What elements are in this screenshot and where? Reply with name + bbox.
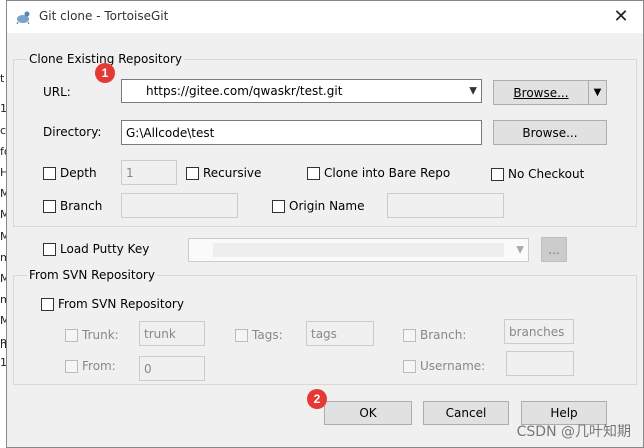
no-checkout-checkbox-box[interactable] <box>491 167 504 181</box>
from-label: From: <box>82 359 116 373</box>
svn-branch-checkbox[interactable]: Branch: <box>403 328 466 342</box>
directory-value: G:\Allcode\test <box>126 125 215 140</box>
url-label: URL: <box>43 85 71 99</box>
username-label: Username: <box>420 359 486 373</box>
close-icon[interactable]: ✕ <box>609 5 633 29</box>
ok-button[interactable]: OK <box>324 401 412 425</box>
branch-input[interactable] <box>121 193 238 218</box>
directory-input[interactable]: G:\Allcode\test <box>121 120 482 145</box>
username-checkbox[interactable]: Username: <box>403 359 485 373</box>
trunk-checkbox[interactable]: Trunk: <box>65 328 119 342</box>
tortoisegit-icon <box>16 11 30 25</box>
load-putty-key-label: Load Putty Key <box>60 242 150 256</box>
no-checkout-checkbox[interactable]: No Checkout <box>491 167 584 181</box>
help-label: Help <box>550 406 578 420</box>
recursive-checkbox-box[interactable] <box>186 166 199 180</box>
from-input[interactable]: 0 <box>139 356 205 381</box>
trunk-input[interactable]: trunk <box>139 321 205 346</box>
origin-name-input[interactable] <box>387 193 504 218</box>
depth-label: Depth <box>60 166 97 180</box>
origin-name-checkbox[interactable]: Origin Name <box>272 199 365 213</box>
cancel-label: Cancel <box>445 406 487 420</box>
watermark: CSDN @几叶知期 <box>516 424 631 440</box>
annotation-badge-2: 2 <box>307 389 327 409</box>
recursive-label: Recursive <box>203 166 262 180</box>
putty-key-browse-label: ... <box>548 242 560 257</box>
origin-name-checkbox-box[interactable] <box>272 199 285 213</box>
bare-repo-checkbox-box[interactable] <box>307 166 320 180</box>
url-browse-label: Browse... <box>513 85 569 100</box>
tags-value: tags <box>311 326 337 341</box>
annotation-badge-1: 1 <box>95 63 115 83</box>
url-combobox[interactable]: https://gitee.com/qwaskr/test.git ▼ <box>121 79 482 103</box>
load-putty-key-checkbox-box[interactable] <box>43 242 56 256</box>
bare-repo-checkbox[interactable]: Clone into Bare Repo <box>307 166 450 180</box>
trunk-checkbox-box[interactable] <box>65 328 78 342</box>
svn-branch-checkbox-box[interactable] <box>403 328 416 342</box>
chevron-down-icon[interactable]: ▼ <box>469 86 477 97</box>
putty-key-combobox[interactable]: ▼ <box>188 238 529 262</box>
cancel-button[interactable]: Cancel <box>423 401 509 425</box>
recursive-checkbox[interactable]: Recursive <box>186 166 261 180</box>
username-input[interactable] <box>506 351 574 376</box>
tags-label: Tags: <box>252 328 283 342</box>
ok-label: OK <box>359 406 377 420</box>
trunk-value: trunk <box>144 326 176 341</box>
depth-checkbox-box[interactable] <box>43 166 56 180</box>
svn-group-title: From SVN Repository <box>27 268 157 282</box>
from-svn-label: From SVN Repository <box>58 297 184 311</box>
branch-checkbox[interactable]: Branch <box>43 199 102 213</box>
branch-label: Branch <box>60 199 103 213</box>
url-browse-button[interactable]: Browse... <box>493 80 589 105</box>
trunk-label: Trunk: <box>82 328 119 342</box>
from-value: 0 <box>144 361 152 376</box>
depth-value: 1 <box>126 165 134 180</box>
tags-checkbox-box[interactable] <box>235 328 248 342</box>
directory-label: Directory: <box>43 125 102 139</box>
depth-input[interactable]: 1 <box>121 160 177 185</box>
load-putty-key-checkbox[interactable]: Load Putty Key <box>43 242 149 256</box>
bare-repo-label: Clone into Bare Repo <box>324 166 451 180</box>
putty-key-browse-button[interactable]: ... <box>541 237 567 262</box>
url-value: https://gitee.com/qwaskr/test.git <box>146 84 343 98</box>
svn-branch-input[interactable]: branches <box>504 319 574 344</box>
from-checkbox-box[interactable] <box>65 359 78 373</box>
from-checkbox[interactable]: From: <box>65 359 116 373</box>
tags-checkbox[interactable]: Tags: <box>235 328 283 342</box>
depth-checkbox[interactable]: Depth <box>43 166 97 180</box>
dropdown-arrow-icon: ▼ <box>593 87 602 98</box>
username-checkbox-box[interactable] <box>403 359 416 373</box>
bg-text: t <box>0 72 5 85</box>
no-checkout-label: No Checkout <box>508 167 585 181</box>
url-browse-dropdown[interactable]: ▼ <box>589 80 607 105</box>
svn-branch-label: Branch: <box>420 328 467 342</box>
from-svn-checkbox-box[interactable] <box>41 297 54 311</box>
svn-branch-value: branches <box>509 324 565 339</box>
window-title: Git clone - TortoiseGit <box>39 9 169 23</box>
putty-key-field <box>213 243 504 257</box>
from-svn-checkbox[interactable]: From SVN Repository <box>41 297 184 311</box>
origin-name-label: Origin Name <box>289 199 365 213</box>
directory-browse-label: Browse... <box>522 125 578 140</box>
git-clone-dialog: Git clone - TortoiseGit ✕ Clone Existing… <box>6 0 644 448</box>
chevron-down-icon[interactable]: ▼ <box>516 245 524 256</box>
title-bar[interactable]: Git clone - TortoiseGit ✕ <box>7 1 643 33</box>
directory-browse-button[interactable]: Browse... <box>493 120 607 145</box>
tags-input[interactable]: tags <box>306 321 374 346</box>
branch-checkbox-box[interactable] <box>43 199 56 213</box>
